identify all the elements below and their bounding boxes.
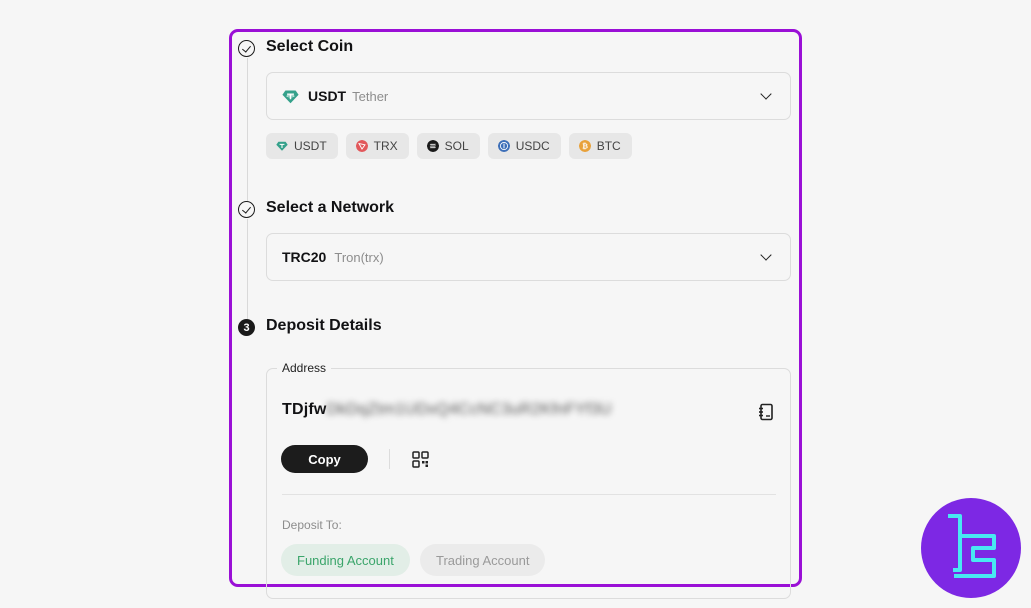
- coin-chip-usdt[interactable]: USDT: [266, 133, 338, 159]
- step-connector: [247, 58, 248, 201]
- network-select-name: Tron(trx): [334, 249, 384, 265]
- address-visible-part: TDjfw: [282, 401, 327, 418]
- tether-icon: [282, 90, 299, 103]
- coin-select[interactable]: USDT Tether: [266, 72, 791, 120]
- svg-text:₿: ₿: [582, 142, 588, 151]
- address-blurred-part: DkDqZtm1UDxQ4CcNC3uR2KfnFYf3U: [326, 401, 612, 418]
- tron-icon: [355, 140, 368, 152]
- tether-icon: [276, 141, 288, 151]
- network-select-symbol: TRC20: [282, 249, 327, 265]
- coin-chip-label: USDT: [294, 139, 327, 153]
- step-title-deposit-details: Deposit Details: [266, 317, 382, 334]
- section-divider: [282, 494, 776, 495]
- deposit-address[interactable]: TDjfwDkDqZtm1UDxQ4CcNC3uR2KfnFYf3U: [282, 401, 612, 419]
- quick-coin-list: USDT TRX SOL USDC ₿ BTC: [266, 133, 640, 159]
- network-select[interactable]: TRC20 Tron(trx): [266, 233, 791, 281]
- chevron-down-icon: [760, 88, 772, 100]
- coin-chip-label: SOL: [444, 139, 469, 153]
- coin-chip-usdc[interactable]: USDC: [487, 133, 561, 159]
- step-connector: [247, 219, 248, 319]
- usdc-icon: [497, 140, 510, 152]
- divider: [389, 449, 390, 469]
- brand-logo: [921, 498, 1021, 598]
- coin-chip-trx[interactable]: TRX: [345, 133, 409, 159]
- coin-select-name: Tether: [352, 88, 389, 104]
- solana-icon: [426, 140, 439, 152]
- brand-logo-mark: [948, 514, 996, 578]
- qr-code-icon[interactable]: [412, 451, 429, 468]
- coin-chip-label: TRX: [373, 139, 398, 153]
- bitcoin-icon: ₿: [578, 140, 591, 152]
- trading-account-option[interactable]: Trading Account: [420, 544, 546, 576]
- step-title-select-coin: Select Coin: [266, 38, 354, 55]
- coin-chip-label: BTC: [596, 139, 621, 153]
- step-number-badge: 3: [238, 319, 255, 336]
- funding-account-option[interactable]: Funding Account: [281, 544, 410, 576]
- coin-select-symbol: USDT: [308, 88, 347, 104]
- coin-chip-label: USDC: [515, 139, 550, 153]
- copy-address-button[interactable]: Copy: [281, 445, 368, 473]
- step-title-select-network: Select a Network: [266, 199, 395, 216]
- step-complete-icon: [238, 201, 255, 218]
- deposit-to-label: Deposit To:: [282, 518, 342, 532]
- coin-chip-btc[interactable]: ₿ BTC: [568, 133, 632, 159]
- address-book-icon[interactable]: [758, 403, 775, 421]
- step-complete-icon: [238, 40, 255, 57]
- chevron-down-icon: [760, 249, 772, 261]
- coin-chip-sol[interactable]: SOL: [416, 133, 480, 159]
- address-legend: Address: [277, 361, 332, 375]
